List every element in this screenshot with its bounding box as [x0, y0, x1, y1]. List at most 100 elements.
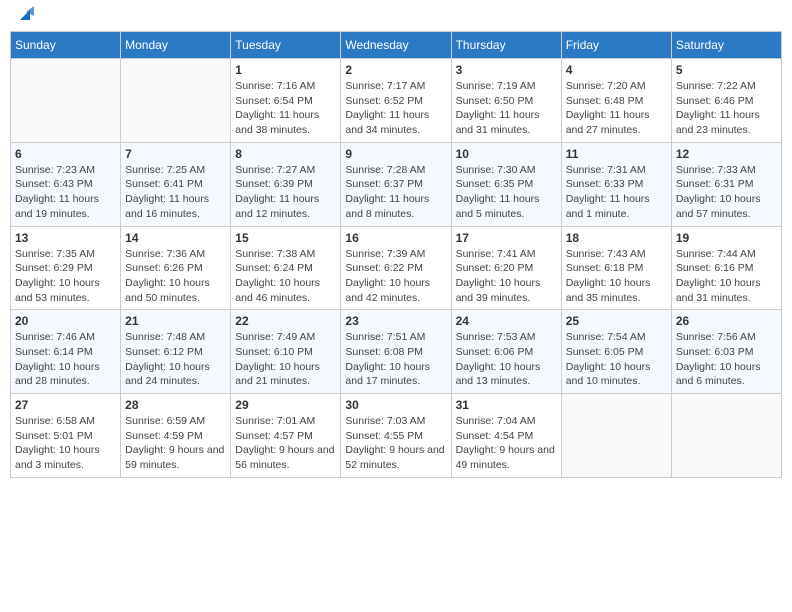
- day-info: Sunrise: 7:36 AMSunset: 6:26 PMDaylight:…: [125, 247, 226, 306]
- day-info: Sunrise: 7:53 AMSunset: 6:06 PMDaylight:…: [456, 330, 557, 389]
- calendar-day-cell: 9 Sunrise: 7:28 AMSunset: 6:37 PMDaylight…: [341, 142, 451, 226]
- logo: [14, 10, 34, 23]
- logo-bird-icon: [16, 6, 34, 24]
- day-number: 11: [566, 147, 667, 161]
- day-info: Sunrise: 7:48 AMSunset: 6:12 PMDaylight:…: [125, 330, 226, 389]
- calendar-day-cell: 17 Sunrise: 7:41 AMSunset: 6:20 PMDayligh…: [451, 226, 561, 310]
- day-info: Sunrise: 6:58 AMSunset: 5:01 PMDaylight:…: [15, 414, 116, 473]
- day-number: 8: [235, 147, 336, 161]
- day-number: 12: [676, 147, 777, 161]
- day-number: 30: [345, 398, 446, 412]
- calendar-day-cell: 15 Sunrise: 7:38 AMSunset: 6:24 PMDayligh…: [231, 226, 341, 310]
- day-info: Sunrise: 7:44 AMSunset: 6:16 PMDaylight:…: [676, 247, 777, 306]
- calendar-day-cell: 13Sunrise: 7:35 AMSunset: 6:29 PMDayligh…: [11, 226, 121, 310]
- calendar-day-cell: 23 Sunrise: 7:51 AMSunset: 6:08 PMDayligh…: [341, 310, 451, 394]
- day-info: Sunrise: 7:04 AMSunset: 4:54 PMDaylight:…: [456, 414, 557, 473]
- calendar-day-cell: 6 Sunrise: 7:23 AMSunset: 6:43 PMDaylight…: [11, 142, 121, 226]
- calendar-day-cell: 31 Sunrise: 7:04 AMSunset: 4:54 PMDayligh…: [451, 394, 561, 478]
- day-info: Sunrise: 7:39 AMSunset: 6:22 PMDaylight:…: [345, 247, 446, 306]
- calendar-day-cell: 10 Sunrise: 7:30 AMSunset: 6:35 PMDayligh…: [451, 142, 561, 226]
- day-number: 28: [125, 398, 226, 412]
- day-number: 4: [566, 63, 667, 77]
- calendar-day-cell: 7 Sunrise: 7:25 AMSunset: 6:41 PMDaylight…: [121, 142, 231, 226]
- day-number: 9: [345, 147, 446, 161]
- day-header-sunday: Sunday: [11, 32, 121, 59]
- calendar-day-cell: 2 Sunrise: 7:17 AMSunset: 6:52 PMDaylight…: [341, 59, 451, 143]
- calendar-day-cell: 20Sunrise: 7:46 AMSunset: 6:14 PMDayligh…: [11, 310, 121, 394]
- calendar-day-cell: 22Sunrise: 7:49 AMSunset: 6:10 PMDayligh…: [231, 310, 341, 394]
- calendar-day-cell: 28 Sunrise: 6:59 AMSunset: 4:59 PMDayligh…: [121, 394, 231, 478]
- calendar-day-cell: [561, 394, 671, 478]
- day-info: Sunrise: 7:03 AMSunset: 4:55 PMDaylight:…: [345, 414, 446, 473]
- calendar-day-cell: 16Sunrise: 7:39 AMSunset: 6:22 PMDayligh…: [341, 226, 451, 310]
- calendar-day-cell: 24 Sunrise: 7:53 AMSunset: 6:06 PMDayligh…: [451, 310, 561, 394]
- day-number: 23: [345, 314, 446, 328]
- day-info: Sunrise: 7:56 AMSunset: 6:03 PMDaylight:…: [676, 330, 777, 389]
- day-number: 7: [125, 147, 226, 161]
- day-number: 18: [566, 231, 667, 245]
- day-info: Sunrise: 7:27 AMSunset: 6:39 PMDaylight:…: [235, 163, 336, 222]
- day-info: Sunrise: 6:59 AMSunset: 4:59 PMDaylight:…: [125, 414, 226, 473]
- day-header-saturday: Saturday: [671, 32, 781, 59]
- day-number: 27: [15, 398, 116, 412]
- calendar-day-cell: 25 Sunrise: 7:54 AMSunset: 6:05 PMDayligh…: [561, 310, 671, 394]
- calendar-day-cell: [671, 394, 781, 478]
- calendar-week-row: 13Sunrise: 7:35 AMSunset: 6:29 PMDayligh…: [11, 226, 782, 310]
- day-number: 17: [456, 231, 557, 245]
- calendar-week-row: 6 Sunrise: 7:23 AMSunset: 6:43 PMDaylight…: [11, 142, 782, 226]
- day-info: Sunrise: 7:22 AMSunset: 6:46 PMDaylight:…: [676, 79, 777, 138]
- day-info: Sunrise: 7:16 AMSunset: 6:54 PMDaylight:…: [235, 79, 336, 138]
- day-info: Sunrise: 7:51 AMSunset: 6:08 PMDaylight:…: [345, 330, 446, 389]
- day-info: Sunrise: 7:23 AMSunset: 6:43 PMDaylight:…: [15, 163, 116, 222]
- calendar-day-cell: 8 Sunrise: 7:27 AMSunset: 6:39 PMDaylight…: [231, 142, 341, 226]
- day-info: Sunrise: 7:46 AMSunset: 6:14 PMDaylight:…: [15, 330, 116, 389]
- calendar-day-cell: 29Sunrise: 7:01 AMSunset: 4:57 PMDayligh…: [231, 394, 341, 478]
- day-number: 24: [456, 314, 557, 328]
- day-header-thursday: Thursday: [451, 32, 561, 59]
- calendar-header-row: SundayMondayTuesdayWednesdayThursdayFrid…: [11, 32, 782, 59]
- day-header-monday: Monday: [121, 32, 231, 59]
- day-info: Sunrise: 7:31 AMSunset: 6:33 PMDaylight:…: [566, 163, 667, 222]
- calendar-week-row: 1 Sunrise: 7:16 AMSunset: 6:54 PMDaylight…: [11, 59, 782, 143]
- day-header-friday: Friday: [561, 32, 671, 59]
- calendar-table: SundayMondayTuesdayWednesdayThursdayFrid…: [10, 31, 782, 478]
- calendar-week-row: 20Sunrise: 7:46 AMSunset: 6:14 PMDayligh…: [11, 310, 782, 394]
- day-info: Sunrise: 7:17 AMSunset: 6:52 PMDaylight:…: [345, 79, 446, 138]
- day-number: 25: [566, 314, 667, 328]
- calendar-day-cell: 5 Sunrise: 7:22 AMSunset: 6:46 PMDaylight…: [671, 59, 781, 143]
- calendar-day-cell: 19 Sunrise: 7:44 AMSunset: 6:16 PMDayligh…: [671, 226, 781, 310]
- day-number: 15: [235, 231, 336, 245]
- day-info: Sunrise: 7:35 AMSunset: 6:29 PMDaylight:…: [15, 247, 116, 306]
- day-header-wednesday: Wednesday: [341, 32, 451, 59]
- calendar-day-cell: 27 Sunrise: 6:58 AMSunset: 5:01 PMDayligh…: [11, 394, 121, 478]
- calendar-day-cell: 18 Sunrise: 7:43 AMSunset: 6:18 PMDayligh…: [561, 226, 671, 310]
- day-number: 2: [345, 63, 446, 77]
- day-number: 31: [456, 398, 557, 412]
- calendar-day-cell: 30 Sunrise: 7:03 AMSunset: 4:55 PMDayligh…: [341, 394, 451, 478]
- day-header-tuesday: Tuesday: [231, 32, 341, 59]
- calendar-day-cell: 1 Sunrise: 7:16 AMSunset: 6:54 PMDaylight…: [231, 59, 341, 143]
- day-number: 6: [15, 147, 116, 161]
- day-info: Sunrise: 7:38 AMSunset: 6:24 PMDaylight:…: [235, 247, 336, 306]
- calendar-day-cell: 12 Sunrise: 7:33 AMSunset: 6:31 PMDayligh…: [671, 142, 781, 226]
- day-info: Sunrise: 7:41 AMSunset: 6:20 PMDaylight:…: [456, 247, 557, 306]
- day-number: 19: [676, 231, 777, 245]
- day-info: Sunrise: 7:33 AMSunset: 6:31 PMDaylight:…: [676, 163, 777, 222]
- day-info: Sunrise: 7:25 AMSunset: 6:41 PMDaylight:…: [125, 163, 226, 222]
- day-info: Sunrise: 7:54 AMSunset: 6:05 PMDaylight:…: [566, 330, 667, 389]
- day-number: 29: [235, 398, 336, 412]
- calendar-day-cell: 11 Sunrise: 7:31 AMSunset: 6:33 PMDayligh…: [561, 142, 671, 226]
- day-info: Sunrise: 7:49 AMSunset: 6:10 PMDaylight:…: [235, 330, 336, 389]
- day-number: 5: [676, 63, 777, 77]
- calendar-day-cell: 26 Sunrise: 7:56 AMSunset: 6:03 PMDayligh…: [671, 310, 781, 394]
- day-number: 1: [235, 63, 336, 77]
- day-info: Sunrise: 7:43 AMSunset: 6:18 PMDaylight:…: [566, 247, 667, 306]
- calendar-day-cell: 3Sunrise: 7:19 AMSunset: 6:50 PMDaylight…: [451, 59, 561, 143]
- day-number: 21: [125, 314, 226, 328]
- calendar-day-cell: 21 Sunrise: 7:48 AMSunset: 6:12 PMDayligh…: [121, 310, 231, 394]
- day-info: Sunrise: 7:20 AMSunset: 6:48 PMDaylight:…: [566, 79, 667, 138]
- day-number: 26: [676, 314, 777, 328]
- day-info: Sunrise: 7:30 AMSunset: 6:35 PMDaylight:…: [456, 163, 557, 222]
- day-info: Sunrise: 7:28 AMSunset: 6:37 PMDaylight:…: [345, 163, 446, 222]
- day-number: 10: [456, 147, 557, 161]
